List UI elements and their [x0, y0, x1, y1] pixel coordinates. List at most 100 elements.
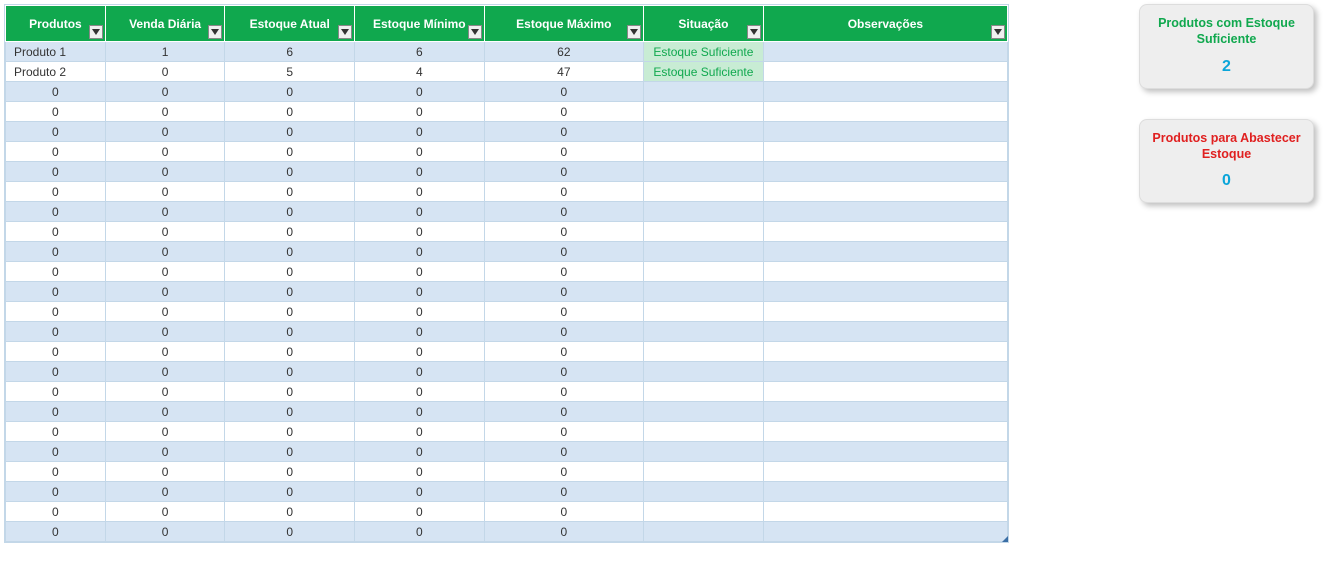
cell-situacao[interactable] — [644, 362, 764, 382]
cell-estoque-maximo[interactable]: 0 — [484, 382, 643, 402]
cell-estoque-maximo[interactable]: 0 — [484, 162, 643, 182]
cell-produto[interactable]: Produto 1 — [6, 42, 106, 62]
cell-situacao[interactable] — [644, 142, 764, 162]
cell-estoque-minimo[interactable]: 0 — [355, 302, 485, 322]
table-row[interactable]: 00000 — [6, 502, 1008, 522]
cell-venda-diaria[interactable]: 0 — [105, 362, 225, 382]
table-row[interactable]: 00000 — [6, 422, 1008, 442]
cell-estoque-atual[interactable]: 0 — [225, 322, 355, 342]
cell-venda-diaria[interactable]: 0 — [105, 162, 225, 182]
cell-estoque-minimo[interactable]: 0 — [355, 362, 485, 382]
cell-observacoes[interactable] — [763, 202, 1007, 222]
cell-estoque-minimo[interactable]: 0 — [355, 322, 485, 342]
cell-produto[interactable]: 0 — [6, 282, 106, 302]
cell-situacao[interactable] — [644, 82, 764, 102]
cell-estoque-atual[interactable]: 0 — [225, 262, 355, 282]
cell-produto[interactable]: 0 — [6, 242, 106, 262]
cell-observacoes[interactable] — [763, 82, 1007, 102]
filter-dropdown-icon[interactable] — [89, 25, 103, 39]
cell-venda-diaria[interactable]: 0 — [105, 242, 225, 262]
filter-dropdown-icon[interactable] — [338, 25, 352, 39]
cell-situacao[interactable] — [644, 122, 764, 142]
cell-estoque-atual[interactable]: 0 — [225, 362, 355, 382]
cell-produto[interactable]: 0 — [6, 122, 106, 142]
cell-observacoes[interactable] — [763, 142, 1007, 162]
header-situacao[interactable]: Situação — [644, 6, 764, 42]
cell-estoque-atual[interactable]: 0 — [225, 222, 355, 242]
cell-estoque-maximo[interactable]: 0 — [484, 402, 643, 422]
cell-estoque-minimo[interactable]: 0 — [355, 82, 485, 102]
cell-observacoes[interactable] — [763, 362, 1007, 382]
cell-estoque-atual[interactable]: 0 — [225, 462, 355, 482]
table-row[interactable]: 00000 — [6, 202, 1008, 222]
cell-situacao[interactable] — [644, 302, 764, 322]
cell-observacoes[interactable] — [763, 462, 1007, 482]
cell-produto[interactable]: 0 — [6, 142, 106, 162]
cell-estoque-atual[interactable]: 0 — [225, 182, 355, 202]
cell-venda-diaria[interactable]: 0 — [105, 262, 225, 282]
cell-estoque-maximo[interactable]: 0 — [484, 82, 643, 102]
table-row[interactable]: Produto 205447Estoque Suficiente — [6, 62, 1008, 82]
table-row[interactable]: 00000 — [6, 342, 1008, 362]
header-estoque-atual[interactable]: Estoque Atual — [225, 6, 355, 42]
cell-venda-diaria[interactable]: 0 — [105, 422, 225, 442]
cell-estoque-atual[interactable]: 0 — [225, 202, 355, 222]
cell-situacao[interactable] — [644, 102, 764, 122]
table-row[interactable]: 00000 — [6, 222, 1008, 242]
cell-estoque-atual[interactable]: 0 — [225, 122, 355, 142]
cell-produto[interactable]: 0 — [6, 442, 106, 462]
cell-situacao[interactable] — [644, 182, 764, 202]
cell-observacoes[interactable] — [763, 182, 1007, 202]
cell-estoque-minimo[interactable]: 0 — [355, 182, 485, 202]
cell-estoque-maximo[interactable]: 0 — [484, 322, 643, 342]
cell-estoque-maximo[interactable]: 0 — [484, 142, 643, 162]
table-row[interactable]: 00000 — [6, 162, 1008, 182]
cell-venda-diaria[interactable]: 0 — [105, 82, 225, 102]
cell-venda-diaria[interactable]: 0 — [105, 382, 225, 402]
cell-estoque-atual[interactable]: 0 — [225, 502, 355, 522]
cell-estoque-minimo[interactable]: 6 — [355, 42, 485, 62]
cell-observacoes[interactable] — [763, 62, 1007, 82]
table-row[interactable]: 00000 — [6, 322, 1008, 342]
table-row[interactable]: 00000 — [6, 442, 1008, 462]
cell-estoque-maximo[interactable]: 0 — [484, 342, 643, 362]
table-row[interactable]: 00000 — [6, 482, 1008, 502]
cell-produto[interactable]: 0 — [6, 462, 106, 482]
cell-venda-diaria[interactable]: 0 — [105, 522, 225, 542]
cell-estoque-maximo[interactable]: 0 — [484, 482, 643, 502]
cell-observacoes[interactable] — [763, 402, 1007, 422]
cell-estoque-maximo[interactable]: 0 — [484, 262, 643, 282]
cell-estoque-maximo[interactable]: 47 — [484, 62, 643, 82]
cell-situacao[interactable] — [644, 442, 764, 462]
cell-observacoes[interactable] — [763, 282, 1007, 302]
cell-observacoes[interactable] — [763, 442, 1007, 462]
cell-produto[interactable]: 0 — [6, 262, 106, 282]
cell-produto[interactable]: 0 — [6, 82, 106, 102]
cell-estoque-minimo[interactable]: 0 — [355, 402, 485, 422]
cell-venda-diaria[interactable]: 0 — [105, 322, 225, 342]
cell-estoque-maximo[interactable]: 0 — [484, 422, 643, 442]
cell-situacao[interactable] — [644, 502, 764, 522]
cell-situacao[interactable] — [644, 422, 764, 442]
cell-estoque-maximo[interactable]: 62 — [484, 42, 643, 62]
cell-produto[interactable]: 0 — [6, 162, 106, 182]
resize-handle-icon[interactable] — [1002, 536, 1008, 542]
cell-produto[interactable]: 0 — [6, 402, 106, 422]
header-produtos[interactable]: Produtos — [6, 6, 106, 42]
table-row[interactable]: 00000 — [6, 402, 1008, 422]
table-row[interactable]: 00000 — [6, 242, 1008, 262]
cell-estoque-minimo[interactable]: 0 — [355, 382, 485, 402]
header-estoque-minimo[interactable]: Estoque Mínimo — [355, 6, 485, 42]
cell-produto[interactable]: 0 — [6, 362, 106, 382]
cell-estoque-atual[interactable]: 0 — [225, 422, 355, 442]
table-row[interactable]: 00000 — [6, 282, 1008, 302]
cell-venda-diaria[interactable]: 0 — [105, 142, 225, 162]
cell-situacao[interactable] — [644, 322, 764, 342]
cell-situacao[interactable] — [644, 382, 764, 402]
cell-estoque-atual[interactable]: 0 — [225, 522, 355, 542]
cell-venda-diaria[interactable]: 0 — [105, 302, 225, 322]
cell-estoque-minimo[interactable]: 4 — [355, 62, 485, 82]
cell-estoque-atual[interactable]: 0 — [225, 242, 355, 262]
cell-estoque-minimo[interactable]: 0 — [355, 462, 485, 482]
cell-produto[interactable]: 0 — [6, 202, 106, 222]
